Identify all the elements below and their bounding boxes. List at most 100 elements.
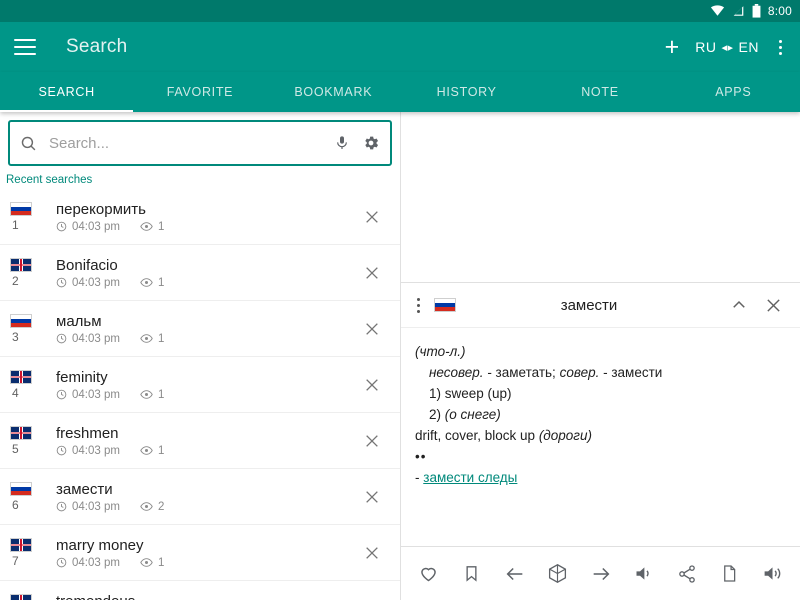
delete-item-button[interactable] [352,253,392,293]
flag-gb-icon [10,537,32,552]
entry-body: (что-л.) несовер. - заметать; совер. - з… [401,328,800,546]
delete-item-button[interactable] [352,197,392,237]
list-item-time: 04:03 pm [72,220,120,233]
language-switch[interactable]: RU ◂▸ EN [695,39,759,55]
search-bar-wrap [0,112,400,174]
entry-kebab-menu-icon[interactable] [411,294,426,317]
delete-item-button[interactable] [352,421,392,461]
entry-toolbar [401,546,800,600]
list-item-main: freshmen 04:03 pm 1 [56,425,352,457]
language-source: RU [695,39,717,55]
list-item[interactable]: 4 feminity 04:03 pm 1 [0,357,400,413]
tab-favorite[interactable]: FAVORITE [133,72,266,112]
entry-line-2-end: - замести [599,364,663,380]
entry-related-link[interactable]: замести следы [423,470,517,485]
list-item-views: 1 [157,388,165,401]
kebab-menu-icon[interactable] [775,38,786,57]
eye-icon [140,445,153,456]
arrow-back-icon[interactable] [496,555,534,593]
speaker-alt-icon[interactable] [754,555,792,593]
list-item-meta: 04:03 pm 1 [56,277,352,289]
list-item-time: 04:03 pm [72,332,120,345]
entry-header: замести [401,282,800,328]
delete-item-button[interactable] [352,365,392,405]
microphone-icon[interactable] [334,134,350,152]
clock-icon [56,557,67,568]
list-item-meta: 04:03 pm 1 [56,221,352,233]
delete-item-button[interactable] [352,309,392,349]
list-item[interactable]: 1 перекормить 04:03 pm 1 [0,189,400,245]
delete-item-button[interactable] [352,589,392,600]
eye-icon [140,277,153,288]
chevron-up-icon[interactable] [722,288,756,322]
document-icon[interactable] [711,555,749,593]
entry-sense-2-num: 2) [429,406,445,422]
recent-searches-list: 1 перекормить 04:03 pm 1 2 Bonifacio 04:… [0,189,400,600]
arrow-forward-icon[interactable] [582,555,620,593]
list-item-word: мальм [56,312,102,330]
list-item-index: 5 [12,441,19,456]
list-item[interactable]: 7 marry money 04:03 pm 1 [0,525,400,581]
entry-sense-2-note: (о снеге) [444,406,501,422]
content-area: Recent searches 1 перекормить 04:03 pm [0,112,800,600]
gear-icon[interactable] [362,134,380,152]
eye-icon [140,221,153,232]
list-item-index: 4 [12,385,19,400]
flag-ru-icon [10,313,32,328]
eye-icon [140,333,153,344]
page-title: Search [66,36,128,57]
flag-ru-icon [10,481,32,496]
list-item[interactable]: 6 замести 04:03 pm 2 [0,469,400,525]
search-icon [20,135,37,152]
clock-icon [56,333,67,344]
share-icon[interactable] [668,555,706,593]
signal-icon [732,5,745,17]
list-item[interactable]: 3 мальм 04:03 pm 1 [0,301,400,357]
list-item[interactable]: 8 tremendous 04:03 pm 1 [0,581,400,600]
delete-item-button[interactable] [352,533,392,573]
search-input[interactable] [47,133,322,153]
delete-item-button[interactable] [352,477,392,517]
list-item-time: 04:03 pm [72,444,120,457]
entry-related-dash: - [415,469,424,485]
list-item-main: Bonifacio 04:03 pm 1 [56,257,352,289]
list-item-index: 3 [12,329,19,344]
bookmark-icon[interactable] [453,555,491,593]
dice-icon[interactable] [539,555,577,593]
search-box[interactable] [8,120,392,166]
entry-line-1: (что-л.) [415,344,466,359]
tab-apps[interactable]: APPS [667,72,800,112]
list-item-word: перекормить [56,200,146,218]
list-item-word: freshmen [56,424,119,442]
list-item[interactable]: 2 Bonifacio 04:03 pm 1 [0,245,400,301]
clock-icon [56,445,67,456]
list-item-time: 04:03 pm [72,500,120,513]
list-item-views: 1 [157,556,165,569]
battery-icon [752,4,761,18]
speaker-icon[interactable] [625,555,663,593]
tab-bookmark[interactable]: BOOKMARK [267,72,400,112]
close-icon[interactable] [756,288,790,322]
tab-history[interactable]: HISTORY [400,72,533,112]
recent-searches-label: Recent searches [6,174,93,186]
list-item-meta: 04:03 pm 2 [56,501,352,513]
tab-search[interactable]: SEARCH [0,72,134,112]
tab-note[interactable]: NOTE [533,72,666,112]
list-item[interactable]: 5 freshmen 04:03 pm 1 [0,413,400,469]
hamburger-menu-icon[interactable] [14,32,44,62]
list-item-word: замести [56,480,113,498]
list-item-meta: 04:03 pm 1 [56,333,352,345]
status-bar: 8:00 [0,0,800,22]
clock-icon [56,389,67,400]
favorite-heart-icon[interactable] [410,555,448,593]
add-button[interactable]: + [665,35,680,60]
entry-title: замести [560,296,618,314]
list-item-views: 1 [157,276,165,289]
list-item-index: 7 [12,553,19,568]
flag-column: 5 [10,425,54,456]
list-item-main: feminity 04:03 pm 1 [56,369,352,401]
list-item-time: 04:03 pm [72,388,120,401]
list-item-main: замести 04:03 pm 2 [56,481,352,513]
flag-ru-icon [10,201,32,216]
flag-column: 7 [10,537,54,568]
